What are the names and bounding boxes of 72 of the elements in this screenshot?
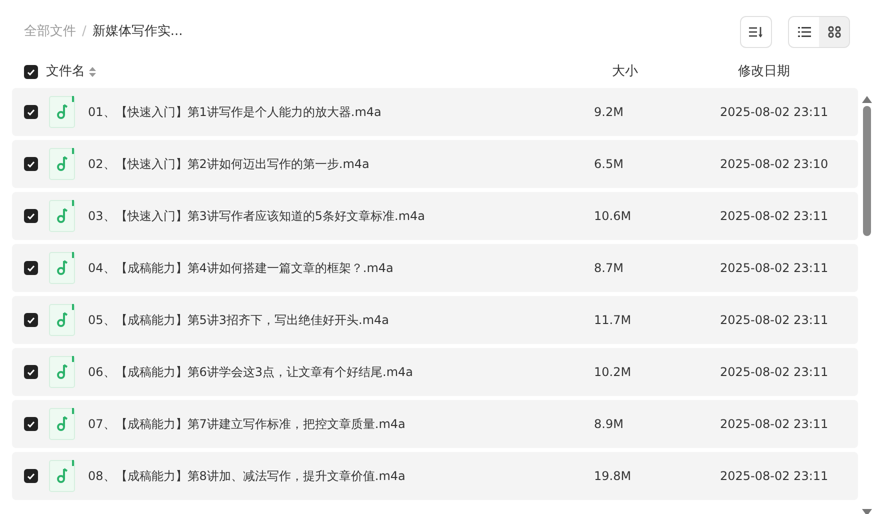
sort-arrows-icon[interactable] [89,67,96,77]
column-header[interactable]: 文件名 [46,62,85,82]
checkbox[interactable] [24,261,38,275]
grid-icon [828,26,840,38]
checkbox[interactable] [24,209,38,223]
file-row[interactable]: 01、【快速入门】第1讲写作是个人能力的放大器.m4a 9.2M 2025-08-02 23:11 [12,88,858,136]
checkbox[interactable] [24,105,38,119]
scrollbar-thumb[interactable] [863,106,871,236]
file-name: 01、【快速入门】第1讲写作是个人能力的放大器.m4a [88,104,382,121]
check-icon [27,264,35,272]
file-size: 8.9M [594,416,624,433]
scroll-down-icon[interactable] [862,509,872,514]
sort-icon [749,26,763,38]
check-icon [27,472,35,480]
audio-file-icon [49,148,75,180]
file-row[interactable]: 03、【快速入门】第3讲写作者应该知道的5条好文章标准.m4a 10.6M 2025-08-02 23:11 [12,192,858,240]
audio-file-icon [49,252,75,284]
sort-button[interactable] [740,16,772,48]
check-icon [27,160,35,168]
list-icon [798,27,810,37]
column-header[interactable]: 修改日期 [738,62,790,82]
modified-date: 2025-08-02 23:11 [720,260,828,277]
audio-file-icon [49,96,75,128]
audio-file-icon [49,356,75,388]
file-size: 10.6M [594,208,632,225]
scroll-up-icon[interactable] [862,96,872,103]
checkbox[interactable] [24,65,38,79]
modified-date: 2025-08-02 23:11 [720,364,828,381]
file-row[interactable]: 02、【快速入门】第2讲如何迈出写作的第一步.m4a 6.5M 2025-08-02 23:10 [12,140,858,188]
checkbox[interactable] [24,365,38,379]
file-name: 02、【快速入门】第2讲如何迈出写作的第一步.m4a [88,156,370,173]
checkbox[interactable] [24,469,38,483]
check-icon [27,108,35,116]
file-name: 08、【成稿能力】第8讲加、减法写作，提升文章价值.m4a [88,468,406,485]
list-view-button[interactable] [789,17,819,47]
audio-file-icon [49,408,75,440]
file-row[interactable]: 07、【成稿能力】第7讲建立写作标准，把控文章质量.m4a 8.9M 2025-08-02 23:11 [12,400,858,448]
file-name: 05、【成稿能力】第5讲3招齐下，写出绝佳好开头.m4a [88,312,390,329]
audio-file-icon [49,200,75,232]
file-size: 8.7M [594,260,624,277]
file-name: 04、【成稿能力】第4讲如何搭建一篇文章的框架？.m4a [88,260,394,277]
file-size: 6.5M [594,156,624,173]
file-row[interactable]: 04、【成稿能力】第4讲如何搭建一篇文章的框架？.m4a 8.7M 2025-08-02 23:11 [12,244,858,292]
file-name: 07、【成稿能力】第7讲建立写作标准，把控文章质量.m4a [88,416,406,433]
check-icon [27,316,35,324]
check-icon [27,420,35,428]
audio-file-icon [49,304,75,336]
checkbox[interactable] [24,313,38,327]
modified-date: 2025-08-02 23:11 [720,104,828,121]
audio-file-icon [49,460,75,492]
file-name: 06、【成稿能力】第6讲学会这3点，让文章有个好结尾.m4a [88,364,414,381]
checkbox[interactable] [24,417,38,431]
breadcrumb-separator: / [82,23,86,42]
modified-date: 2025-08-02 23:11 [720,312,828,329]
check-icon [27,212,35,220]
modified-date: 2025-08-02 23:11 [720,416,828,433]
check-icon [27,68,35,76]
column-header[interactable]: 大小 [612,62,738,82]
file-row[interactable]: 08、【成稿能力】第8讲加、减法写作，提升文章价值.m4a 19.8M 2025-08-02 23:11 [12,452,858,500]
breadcrumb-current: 新媒体写作实... [92,23,183,42]
check-icon [27,368,35,376]
modified-date: 2025-08-02 23:11 [720,468,828,485]
file-size: 11.7M [594,312,632,329]
modified-date: 2025-08-02 23:11 [720,208,828,225]
file-size: 10.2M [594,364,632,381]
file-size: 9.2M [594,104,624,121]
file-row[interactable]: 05、【成稿能力】第5讲3招齐下，写出绝佳好开头.m4a 11.7M 2025-08-02 23:11 [12,296,858,344]
file-row[interactable]: 06、【成稿能力】第6讲学会这3点，让文章有个好结尾.m4a 10.2M 2025-08-02 23:11 [12,348,858,396]
file-name: 03、【快速入门】第3讲写作者应该知道的5条好文章标准.m4a [88,208,426,225]
modified-date: 2025-08-02 23:10 [720,156,828,173]
file-size: 19.8M [594,468,632,485]
checkbox[interactable] [24,157,38,171]
